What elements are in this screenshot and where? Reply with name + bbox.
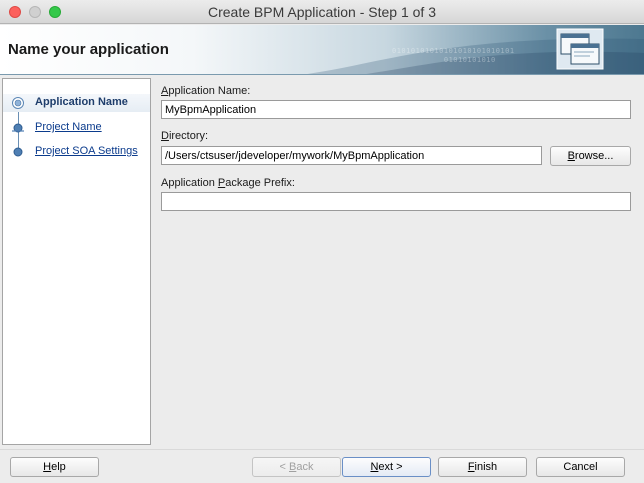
wizard-banner: Name your application 010101010101010101… — [0, 25, 644, 75]
directory-input[interactable] — [161, 146, 542, 165]
step-label[interactable]: Project SOA Settings — [35, 145, 138, 157]
package-prefix-input[interactable] — [161, 192, 631, 211]
finish-button[interactable]: Finish — [438, 457, 527, 477]
browse-button[interactable]: Browse... — [550, 146, 631, 166]
binary-decoration: 01010101010101010101010101 01010101010 — [392, 47, 515, 64]
step-node-icon — [12, 123, 24, 133]
help-button[interactable]: Help — [10, 457, 99, 477]
directory-label: Directory: — [161, 130, 209, 142]
footer-divider — [0, 449, 644, 450]
step-label: Application Name — [35, 96, 128, 108]
next-button[interactable]: Next > — [342, 457, 431, 477]
step-project-name[interactable]: Project Name — [3, 119, 150, 137]
cancel-button[interactable]: Cancel — [536, 457, 625, 477]
wizard-steps-panel: Application Name Project Name Project SO… — [2, 78, 151, 445]
package-prefix-label: Application Package Prefix: — [161, 177, 295, 189]
step-node-icon — [13, 147, 23, 157]
step-label[interactable]: Project Name — [35, 121, 102, 133]
window-title: Create BPM Application - Step 1 of 3 — [207, 4, 436, 20]
back-button[interactable]: < Back — [252, 457, 341, 477]
step-application-name[interactable]: Application Name — [3, 94, 150, 112]
application-window-icon — [556, 28, 604, 70]
current-step-node-icon — [12, 97, 24, 109]
step-project-soa-settings[interactable]: Project SOA Settings — [3, 143, 150, 161]
application-name-input[interactable] — [161, 100, 631, 119]
window-titlebar: Create BPM Application - Step 1 of 3 — [0, 0, 644, 24]
application-name-label: Application Name: — [161, 85, 251, 97]
banner-heading: Name your application — [8, 41, 169, 58]
